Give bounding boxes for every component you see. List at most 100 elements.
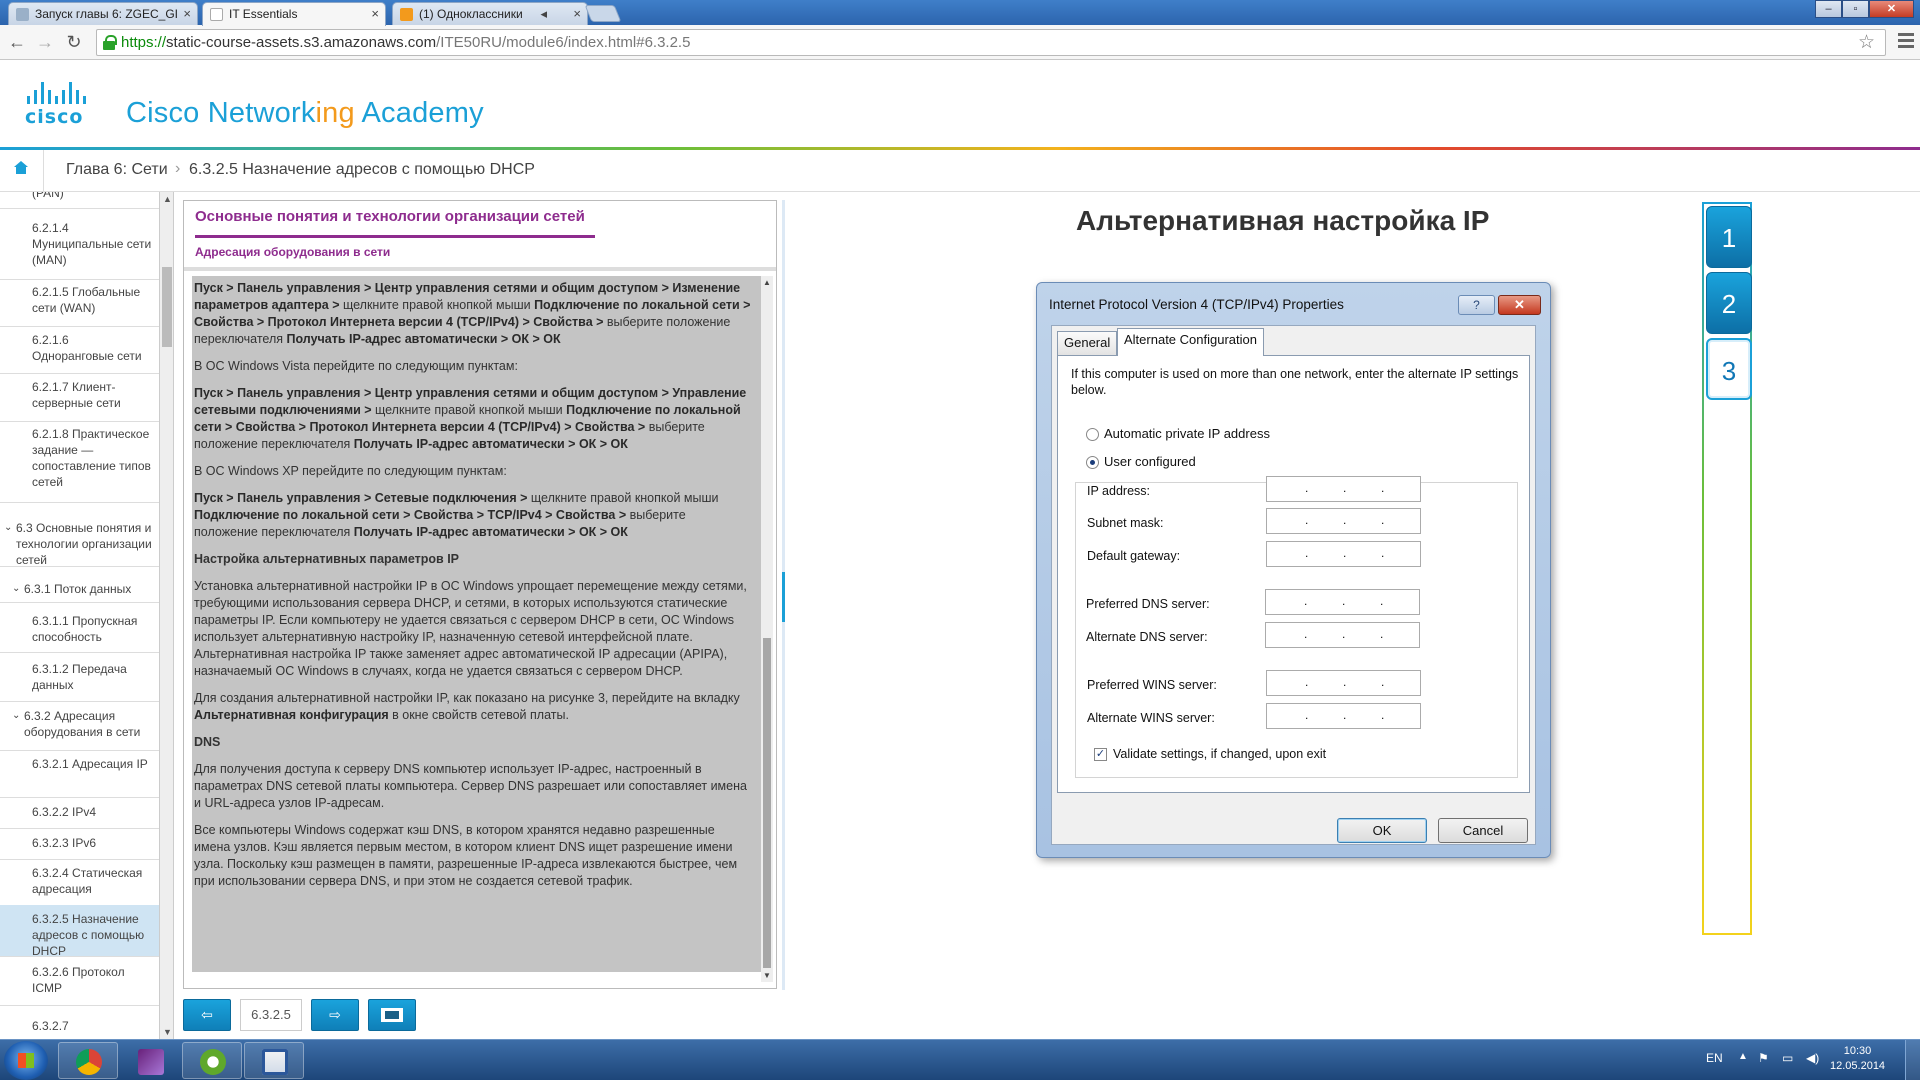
start-button[interactable]	[4, 1041, 48, 1080]
taskbar-word[interactable]	[244, 1042, 304, 1079]
sidebar-item[interactable]: 6.3.2.6 Протокол ICMP	[0, 964, 159, 1006]
help-button[interactable]: ?	[1458, 295, 1495, 315]
sidebar-item[interactable]: 6.2.1.5 Глобальные сети (WAN)	[0, 284, 159, 327]
panel-splitter[interactable]	[782, 200, 785, 990]
content-title: Основные понятия и технологии организаци…	[195, 208, 585, 225]
lock-icon	[103, 35, 117, 50]
scrollbar-thumb[interactable]	[763, 638, 771, 968]
bookmark-star-icon[interactable]: ☆	[1858, 31, 1875, 54]
home-button[interactable]	[0, 150, 44, 192]
forward-button[interactable]: →	[34, 31, 56, 53]
step-tab-1[interactable]: 1	[1706, 206, 1752, 268]
subnet-mask-input[interactable]: ...	[1266, 508, 1421, 534]
expand-chevron-icon[interactable]: ⌄	[4, 520, 12, 536]
breadcrumb-chapter[interactable]: Глава 6: Сети	[66, 161, 168, 179]
show-desktop-button[interactable]	[1905, 1040, 1920, 1080]
maximize-button[interactable]: ▫	[1842, 0, 1869, 18]
tab-title: Запуск главы 6: ZGEC_GI	[35, 7, 179, 21]
browser-tab-1[interactable]: Запуск главы 6: ZGEC_GI ×	[8, 2, 198, 25]
window-controls: – ▫ ✕	[1815, 0, 1914, 18]
back-button[interactable]: ←	[6, 31, 28, 53]
browser-tab-strip: Запуск главы 6: ZGEC_GI × IT Essentials …	[0, 0, 1920, 26]
address-bar[interactable]: https://static-course-assets.s3.amazonaw…	[96, 29, 1886, 56]
user-configured-radio[interactable]: User configured	[1086, 454, 1196, 472]
scrollbar-thumb[interactable]	[162, 267, 172, 347]
default-gateway-input[interactable]: ...	[1266, 541, 1421, 567]
alternate-dns-input[interactable]: ...	[1265, 622, 1420, 648]
chrome-menu-icon[interactable]	[1898, 33, 1914, 49]
show-hidden-icons-icon[interactable]: ▲	[1738, 1051, 1748, 1062]
sidebar-item[interactable]: 6.3.1.2 Передача данных	[0, 661, 159, 702]
sidebar-item-section[interactable]: ⌄ 6.3.2 Адресация оборудования в сети	[0, 708, 159, 751]
reload-button[interactable]: ↻	[63, 31, 85, 53]
browser-toolbar: ← → ↻ https://static-course-assets.s3.am…	[0, 25, 1920, 60]
dialog-close-button[interactable]: ✕	[1498, 295, 1541, 315]
cisco-logo[interactable]: cisco	[25, 82, 86, 128]
page-favicon-icon	[210, 8, 223, 21]
minimize-button[interactable]: –	[1815, 0, 1842, 18]
taskbar-visual-studio[interactable]	[120, 1042, 180, 1079]
scroll-up-icon[interactable]: ▲	[763, 278, 771, 287]
tab-title: IT Essentials	[229, 7, 298, 21]
sidebar-item[interactable]: 6.3.2.3 IPv6	[0, 835, 159, 860]
sidebar-scrollbar[interactable]: ▲ ▼	[159, 192, 173, 1039]
expand-chevron-icon[interactable]: ⌄	[12, 581, 20, 597]
clock[interactable]: 10:30 12.05.2014	[1830, 1044, 1885, 1074]
tab-alternate-configuration[interactable]: Alternate Configuration	[1117, 328, 1264, 356]
url-text: https://static-course-assets.s3.amazonaw…	[121, 34, 691, 51]
tab-general[interactable]: General	[1057, 331, 1118, 355]
fullscreen-media-button[interactable]	[368, 999, 416, 1031]
close-icon[interactable]: ×	[573, 3, 581, 25]
sidebar-item[interactable]: (PAN)	[0, 192, 159, 209]
breadcrumb: Глава 6: Сети › 6.3.2.5 Назначение адрес…	[0, 150, 1920, 192]
step-tab-3[interactable]: 3	[1706, 338, 1752, 400]
step-tab-2[interactable]: 2	[1706, 272, 1752, 334]
new-tab-button[interactable]	[584, 5, 622, 22]
sidebar-item[interactable]: 6.3.2.7	[0, 1018, 159, 1039]
taskbar-utorrent[interactable]	[182, 1042, 242, 1079]
sidebar-item-section[interactable]: ⌄ 6.3 Основные понятия и технологии орган…	[0, 520, 159, 567]
sidebar-item-section[interactable]: ⌄ 6.3.1 Поток данных	[0, 581, 159, 603]
paragraph: В ОС Windows XP перейдите по следующим п…	[194, 464, 507, 478]
paragraph: Пуск > Панель управления > Центр управле…	[194, 386, 747, 451]
close-icon[interactable]: ×	[183, 3, 191, 25]
preferred-dns-input[interactable]: ...	[1265, 589, 1420, 615]
browser-tab-3[interactable]: (1) Одноклассники ◂ ×	[392, 2, 588, 25]
chevron-right-icon: ›	[175, 160, 181, 177]
taskbar-chrome[interactable]	[58, 1042, 118, 1079]
expand-chevron-icon[interactable]: ⌄	[12, 708, 20, 724]
sidebar-item[interactable]: 6.2.1.7 Клиент-серверные сети	[0, 379, 159, 422]
sidebar-item[interactable]: 6.3.1.1 Пропускная способность	[0, 613, 159, 653]
sidebar-item-current[interactable]: 6.3.2.5 Назначение адресов с помощью DHC…	[0, 905, 159, 958]
language-indicator[interactable]: EN	[1706, 1051, 1723, 1065]
sidebar-item[interactable]: 6.2.1.8 Практическое задание — сопоставл…	[0, 426, 159, 503]
cancel-button[interactable]: Cancel	[1438, 818, 1528, 843]
browser-tab-2[interactable]: IT Essentials ×	[202, 2, 386, 26]
action-center-flag-icon[interactable]: ⚑	[1758, 1051, 1769, 1065]
ok-button[interactable]: OK	[1337, 818, 1427, 843]
scroll-down-icon[interactable]: ▼	[763, 971, 771, 980]
alternate-wins-input[interactable]: ...	[1266, 703, 1421, 729]
content-text-area[interactable]: Пуск > Панель управления > Центр управле…	[192, 276, 768, 972]
volume-icon[interactable]: ◀)	[1806, 1051, 1819, 1065]
scroll-down-icon[interactable]: ▼	[163, 1027, 172, 1037]
arrow-right-icon: ⇨	[329, 1006, 341, 1023]
next-page-button[interactable]: ⇨	[311, 999, 359, 1031]
ipv4-properties-dialog: Internet Protocol Version 4 (TCP/IPv4) P…	[1036, 282, 1551, 858]
content-scrollbar[interactable]: ▲ ▼	[761, 276, 773, 982]
content-subtitle: Адресация оборудования в сети	[195, 245, 391, 259]
ip-address-input[interactable]: ...	[1266, 476, 1421, 502]
sidebar-item[interactable]: 6.2.1.4 Муниципальные сети (MAN)	[0, 220, 159, 280]
scroll-up-icon[interactable]: ▲	[163, 194, 172, 204]
home-icon	[14, 161, 28, 174]
window-close-button[interactable]: ✕	[1869, 0, 1914, 18]
preferred-wins-input[interactable]: ...	[1266, 670, 1421, 696]
sidebar-item[interactable]: 6.2.1.6 Одноранговые сети	[0, 332, 159, 374]
network-icon[interactable]: ▭	[1782, 1051, 1793, 1065]
sidebar-item[interactable]: 6.3.2.2 IPv4	[0, 804, 159, 829]
sidebar-item[interactable]: 6.3.2.4 Статическая адресация	[0, 865, 159, 907]
close-icon[interactable]: ×	[371, 3, 379, 25]
previous-page-button[interactable]: ⇦	[183, 999, 231, 1031]
splitter-handle[interactable]	[782, 572, 785, 622]
sidebar-item[interactable]: 6.3.2.1 Адресация IP	[0, 756, 159, 798]
